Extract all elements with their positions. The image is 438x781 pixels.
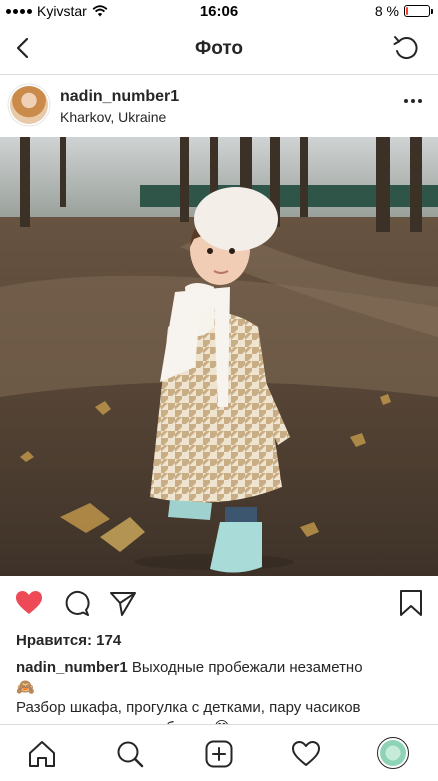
tab-search[interactable] — [115, 739, 145, 769]
comment-button[interactable] — [62, 588, 92, 618]
heart-filled-icon — [16, 591, 42, 614]
photo-illustration — [0, 137, 438, 576]
status-bar: Kyivstar 16:06 8 % — [0, 0, 438, 24]
save-button[interactable] — [396, 588, 426, 618]
caption-username[interactable]: nadin_number1 — [16, 659, 128, 676]
refresh-icon — [393, 36, 418, 60]
status-time: 16:06 — [199, 3, 239, 20]
battery-percent: 8 % — [374, 3, 399, 19]
more-options-icon[interactable] — [404, 99, 422, 103]
comment-icon — [65, 590, 90, 616]
battery-icon — [404, 5, 433, 17]
activity-heart-icon — [292, 741, 320, 766]
caption-emoji: 🙈 — [16, 679, 35, 696]
refresh-button[interactable] — [390, 32, 422, 64]
battery-level — [406, 7, 408, 15]
nav-bar: Фото — [0, 24, 438, 75]
author-avatar[interactable] — [10, 86, 48, 124]
new-post-icon — [205, 740, 233, 768]
post-username[interactable]: nadin_number1 — [60, 88, 179, 106]
tab-activity[interactable] — [291, 739, 321, 769]
caption-line-2: Разбор шкафа, прогулка с детками, пару ч… — [16, 699, 361, 716]
tab-profile[interactable] — [377, 737, 409, 769]
battery-group: 8 % — [374, 3, 433, 19]
profile-avatar-icon — [380, 740, 406, 766]
caption-line-1: nadin_number1 Выходные пробежали незамет… — [16, 658, 426, 678]
page-title: Фото — [194, 38, 243, 59]
likes-count[interactable]: Нравится: 174 — [16, 632, 121, 649]
post-actions — [0, 584, 438, 624]
bookmark-icon — [400, 590, 422, 616]
caption-text: Выходные пробежали незаметно — [127, 659, 363, 676]
search-icon — [117, 741, 144, 768]
home-icon — [29, 741, 55, 767]
send-icon — [110, 592, 136, 616]
tab-home[interactable] — [27, 739, 57, 769]
post-location[interactable]: Kharkov, Ukraine — [60, 109, 166, 125]
share-button[interactable] — [108, 588, 138, 618]
post-header: nadin_number1 Kharkov, Ukraine — [0, 75, 438, 137]
tab-new-post[interactable] — [204, 739, 234, 769]
like-button[interactable] — [14, 588, 44, 618]
bottom-tab-bar — [0, 724, 438, 781]
post-photo[interactable] — [0, 137, 438, 576]
